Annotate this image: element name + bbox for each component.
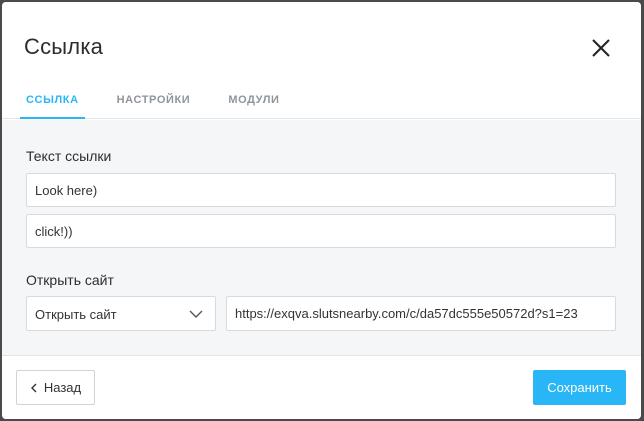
chevron-left-icon (30, 383, 37, 392)
dialog-header: Ссылка Ссылка Настройки Модули (2, 2, 641, 119)
link-text-label: Текст ссылки (26, 148, 112, 164)
dialog-body: Текст ссылки Открыть сайт Открыть сайт (2, 120, 641, 355)
link-text-line1-input[interactable] (26, 173, 616, 207)
close-icon (592, 39, 610, 57)
close-button[interactable] (588, 35, 614, 61)
dialog-title: Ссылка (24, 34, 104, 59)
back-button-label: Назад (43, 380, 82, 395)
tab-link[interactable]: Ссылка (20, 88, 85, 119)
open-site-select-value: Открыть сайт (35, 307, 117, 322)
save-button[interactable]: Сохранить (533, 370, 626, 405)
link-text-line2-input[interactable] (26, 214, 616, 248)
tab-settings[interactable]: Настройки (111, 88, 197, 119)
dialog-footer: Назад Сохранить (2, 355, 641, 419)
chevron-down-icon (189, 310, 203, 318)
dialog-tabs: Ссылка Настройки Модули (20, 88, 312, 119)
open-site-select[interactable]: Открыть сайт (26, 296, 216, 331)
link-dialog: Ссылка Ссылка Настройки Модули Текст ссы… (2, 2, 641, 419)
open-site-label: Открыть сайт (26, 272, 114, 288)
back-button[interactable]: Назад (16, 370, 95, 405)
tab-modules[interactable]: Модули (222, 88, 285, 119)
url-input[interactable] (226, 296, 616, 331)
